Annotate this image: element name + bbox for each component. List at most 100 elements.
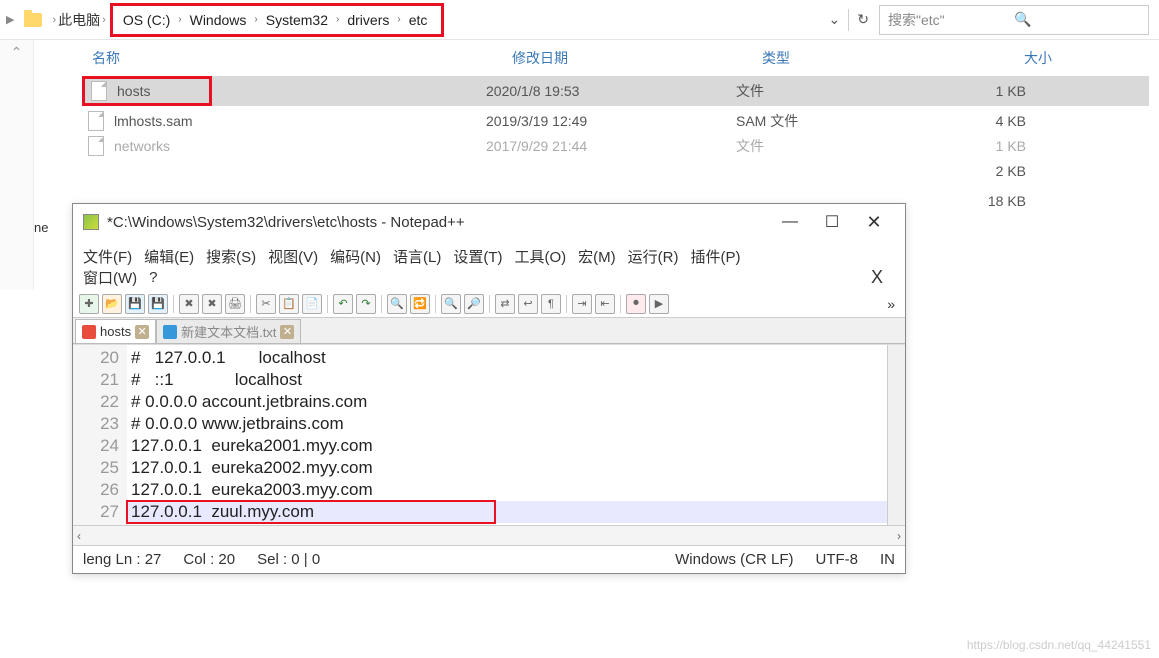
- outdent-icon[interactable]: ⇤: [595, 294, 615, 314]
- copy-icon[interactable]: 📋: [279, 294, 299, 314]
- vertical-scrollbar[interactable]: [887, 345, 905, 525]
- save-all-icon[interactable]: 💾: [148, 294, 168, 314]
- file-row[interactable]: hosts 2020/1/8 19:53 文件 1 KB: [82, 76, 1149, 106]
- menu-language[interactable]: 语言(L): [393, 246, 441, 267]
- undo-icon[interactable]: ↶: [333, 294, 353, 314]
- save-icon[interactable]: 💾: [125, 294, 145, 314]
- menu-plugins[interactable]: 插件(P): [690, 246, 740, 267]
- breadcrumb-root[interactable]: 此电脑: [58, 10, 100, 30]
- zoom-out-icon[interactable]: 🔎: [464, 294, 484, 314]
- tab-hosts[interactable]: hosts ✕: [75, 319, 156, 343]
- cut-icon[interactable]: ✂: [256, 294, 276, 314]
- column-headers: 名称 修改日期 类型 大小: [82, 40, 1149, 76]
- col-name[interactable]: 名称: [82, 48, 512, 68]
- redo-icon[interactable]: ↷: [356, 294, 376, 314]
- menu-help[interactable]: ?: [149, 269, 157, 286]
- menu-window[interactable]: 窗口(W): [83, 267, 137, 288]
- chevron-right-icon[interactable]: ▶: [6, 13, 14, 26]
- file-size: 1 KB: [936, 138, 1056, 154]
- file-row[interactable]: lmhosts.sam 2019/3/19 12:49 SAM 文件 4 KB: [82, 106, 1149, 136]
- editor-tabs: hosts ✕ 新建文本文档.txt ✕: [73, 318, 905, 344]
- close-file-icon[interactable]: ✖: [179, 294, 199, 314]
- search-icon[interactable]: 🔍: [1014, 11, 1140, 28]
- sync-icon[interactable]: ⇄: [495, 294, 515, 314]
- breadcrumb-item[interactable]: Windows: [184, 12, 253, 28]
- tab-newtxt[interactable]: 新建文本文档.txt ✕: [156, 319, 301, 343]
- file-name: hosts: [117, 83, 150, 99]
- scroll-left-icon[interactable]: ‹: [77, 529, 81, 543]
- menu-run[interactable]: 运行(R): [628, 246, 679, 267]
- replace-icon[interactable]: 🔁: [410, 294, 430, 314]
- status-bar: leng Ln : 27 Col : 20 Sel : 0 | 0 Window…: [73, 545, 905, 573]
- code-line: # 0.0.0.0 www.jetbrains.com: [127, 413, 887, 435]
- breadcrumb-item[interactable]: drivers: [341, 12, 395, 28]
- paste-icon[interactable]: 📄: [302, 294, 322, 314]
- refresh-icon[interactable]: ↻: [857, 11, 869, 28]
- window-titlebar[interactable]: *C:\Windows\System32\drivers\etc\hosts -…: [73, 204, 905, 240]
- explorer-address-bar: ▶ › 此电脑 › OS (C:) › Windows › System32 ›…: [0, 0, 1159, 40]
- find-icon[interactable]: 🔍: [387, 294, 407, 314]
- watermark: https://blog.csdn.net/qq_44241551: [967, 638, 1151, 652]
- scroll-right-icon[interactable]: ›: [897, 529, 901, 543]
- file-date: 2020/1/8 19:53: [486, 83, 736, 99]
- file-type: 文件: [736, 136, 936, 156]
- code-line: # ::1 localhost: [127, 369, 887, 391]
- folder-icon[interactable]: [24, 13, 42, 27]
- zoom-in-icon[interactable]: 🔍: [441, 294, 461, 314]
- code-line: 127.0.0.1 eureka2001.myy.com: [127, 435, 887, 457]
- close-all-icon[interactable]: ✖: [202, 294, 222, 314]
- tab-close-icon[interactable]: ✕: [280, 325, 294, 339]
- tab-close-icon[interactable]: ✕: [135, 325, 149, 339]
- menu-tools[interactable]: 工具(O): [514, 246, 566, 267]
- breadcrumb-item[interactable]: OS (C:): [117, 12, 176, 28]
- separator: [566, 295, 567, 313]
- status-sel: Sel : 0 | 0: [253, 551, 324, 568]
- breadcrumb-item[interactable]: etc: [403, 12, 434, 28]
- file-size: 1 KB: [936, 83, 1056, 99]
- close-button[interactable]: ✕: [853, 212, 895, 233]
- code-line: 127.0.0.1 eureka2002.myy.com: [127, 457, 887, 479]
- file-row[interactable]: 2 KB: [82, 156, 1149, 186]
- menu-settings[interactable]: 设置(T): [453, 246, 502, 267]
- toolbar: ✚ 📂 💾 💾 ✖ ✖ 🖨 ✂ 📋 📄 ↶ ↷ 🔍 🔁 🔍 🔎 ⇄ ↩ ¶ ⇥ …: [73, 290, 905, 318]
- maximize-button[interactable]: ☐: [811, 212, 853, 232]
- menu-bar: 文件(F) 编辑(E) 搜索(S) 视图(V) 编码(N) 语言(L) 设置(T…: [73, 240, 905, 290]
- status-eol: Windows (CR LF): [671, 551, 797, 568]
- chevron-right-icon: ›: [176, 14, 183, 25]
- col-type[interactable]: 类型: [762, 48, 962, 68]
- macro-play-icon[interactable]: ▶: [649, 294, 669, 314]
- minimize-button[interactable]: —: [769, 213, 811, 231]
- wrap-icon[interactable]: ↩: [518, 294, 538, 314]
- new-file-icon[interactable]: ✚: [79, 294, 99, 314]
- menu-search[interactable]: 搜索(S): [206, 246, 256, 267]
- toolbar-more-icon[interactable]: »: [883, 296, 899, 312]
- window-title: *C:\Windows\System32\drivers\etc\hosts -…: [107, 214, 769, 231]
- menu-view[interactable]: 视图(V): [268, 246, 318, 267]
- col-size[interactable]: 大小: [962, 48, 1082, 68]
- open-file-icon[interactable]: 📂: [102, 294, 122, 314]
- show-all-icon[interactable]: ¶: [541, 294, 561, 314]
- code-area[interactable]: # 127.0.0.1 localhost # ::1 localhost # …: [127, 345, 887, 525]
- menu-edit[interactable]: 编辑(E): [144, 246, 194, 267]
- file-row[interactable]: networks 2017/9/29 21:44 文件 1 KB: [82, 136, 1149, 156]
- separator: [250, 295, 251, 313]
- code-line: 127.0.0.1 eureka2003.myy.com: [127, 479, 887, 501]
- line-number: 26: [73, 479, 119, 501]
- menu-file[interactable]: 文件(F): [83, 246, 132, 267]
- line-number: 20: [73, 347, 119, 369]
- print-icon[interactable]: 🖨: [225, 294, 245, 314]
- indent-icon[interactable]: ⇥: [572, 294, 592, 314]
- col-date[interactable]: 修改日期: [512, 48, 762, 68]
- horizontal-scrollbar[interactable]: ‹ ›: [73, 525, 905, 545]
- menu-encoding[interactable]: 编码(N): [330, 246, 381, 267]
- file-highlight: hosts: [82, 76, 212, 106]
- status-col: Col : 20: [179, 551, 239, 568]
- macro-record-icon[interactable]: ⏺: [626, 294, 646, 314]
- breadcrumb-item[interactable]: System32: [260, 12, 334, 28]
- file-icon: [88, 111, 104, 131]
- search-input[interactable]: 搜索"etc" 🔍: [879, 5, 1149, 35]
- nav-scroll-up-icon[interactable]: ⌃: [0, 40, 34, 290]
- tab-close-icon[interactable]: X: [871, 267, 883, 288]
- menu-macro[interactable]: 宏(M): [578, 246, 616, 267]
- dropdown-icon[interactable]: ⌄: [829, 11, 841, 28]
